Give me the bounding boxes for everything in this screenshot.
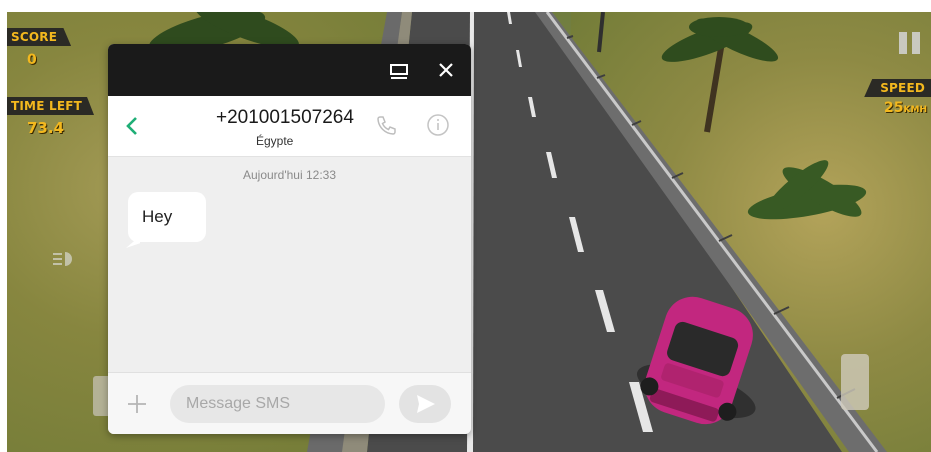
back-icon[interactable] (122, 114, 142, 138)
speed-unit: KMH (903, 105, 927, 115)
score-label: SCORE (7, 28, 72, 46)
contact-number: +201001507264 (216, 107, 354, 128)
message-input[interactable] (170, 385, 385, 423)
info-icon[interactable] (426, 113, 450, 137)
time-left-label: TIME LEFT (7, 97, 94, 115)
window-titlebar[interactable] (108, 44, 471, 96)
send-button[interactable] (399, 385, 451, 423)
bush-right (747, 160, 867, 220)
speed-readout: 25KMH (884, 100, 927, 116)
minimize-icon[interactable] (388, 60, 410, 82)
pause-icon[interactable] (899, 32, 921, 54)
time-left-value: 73.4 (27, 119, 65, 137)
gas-pedal[interactable] (841, 354, 869, 410)
close-icon[interactable] (434, 58, 458, 82)
pole-right (597, 12, 605, 53)
contact-country: Égypte (256, 134, 294, 148)
palm-tree-right (704, 41, 725, 133)
incoming-message-bubble[interactable]: Hey (128, 192, 206, 242)
conversation-header: +201001507264 Égypte (108, 96, 471, 157)
sms-popup-window: +201001507264 Égypte Aujourd'hui 12:33 H… (108, 44, 471, 434)
score-value: 0 (27, 52, 37, 68)
message-composer (108, 372, 471, 434)
add-icon[interactable] (126, 393, 148, 415)
phone-icon[interactable] (374, 114, 398, 138)
speed-value: 25 (884, 100, 904, 116)
message-timestamp: Aujourd'hui 12:33 (242, 168, 337, 182)
speed-label: SPEED (864, 79, 931, 97)
headlight-icon[interactable] (51, 250, 77, 268)
send-icon (417, 395, 435, 413)
screen: SCORE 0 TIME LEFT 73.4 SPEED 25KMH +2010… (0, 0, 931, 452)
